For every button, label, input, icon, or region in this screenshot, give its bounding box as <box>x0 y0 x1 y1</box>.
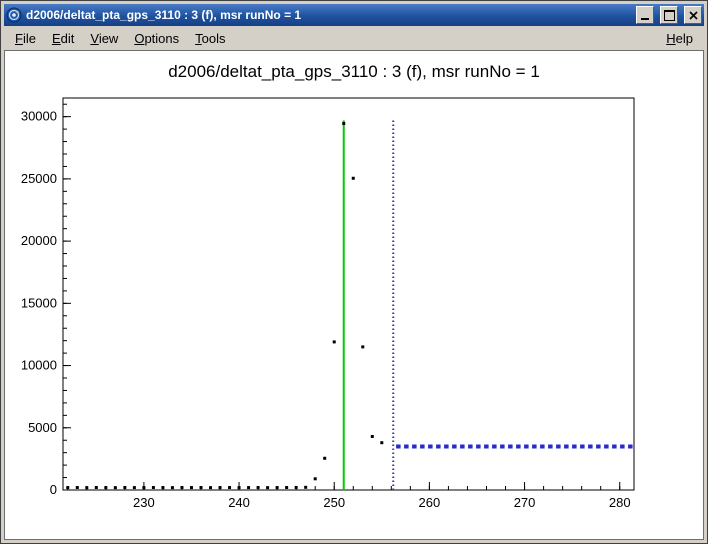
svg-text:240: 240 <box>228 495 250 510</box>
close-button[interactable] <box>684 6 702 24</box>
menu-options[interactable]: Options <box>126 28 187 49</box>
svg-text:270: 270 <box>514 495 536 510</box>
histogram-plot: 230 240 250 260 270 280 0 5000 10000 15000 20000 25… <box>5 51 703 539</box>
maximize-icon <box>664 10 675 21</box>
titlebar[interactable]: d2006/deltat_pta_gps_3110 : 3 (f), msr r… <box>4 4 704 26</box>
minimize-icon <box>641 18 649 20</box>
close-icon <box>689 11 698 20</box>
root-logo-icon <box>6 7 22 23</box>
minimize-button[interactable] <box>636 6 654 24</box>
menubar: File Edit View Options Tools Help <box>4 26 704 50</box>
svg-text:0: 0 <box>50 482 57 497</box>
menu-help[interactable]: Help <box>658 28 701 49</box>
root-app-icon[interactable] <box>6 7 22 23</box>
svg-text:260: 260 <box>419 495 441 510</box>
menu-tools[interactable]: Tools <box>187 28 233 49</box>
root-canvas[interactable]: d2006/deltat_pta_gps_3110 : 3 (f), msr r… <box>4 50 704 540</box>
svg-text:30000: 30000 <box>21 109 57 124</box>
window: d2006/deltat_pta_gps_3110 : 3 (f), msr r… <box>0 0 708 544</box>
svg-text:5000: 5000 <box>28 420 57 435</box>
svg-text:15000: 15000 <box>21 295 57 310</box>
maximize-button[interactable] <box>660 6 678 24</box>
menu-view[interactable]: View <box>82 28 126 49</box>
menu-file[interactable]: File <box>7 28 44 49</box>
svg-text:25000: 25000 <box>21 171 57 186</box>
svg-text:230: 230 <box>133 495 155 510</box>
svg-text:10000: 10000 <box>21 358 57 373</box>
menu-edit[interactable]: Edit <box>44 28 82 49</box>
window-title: d2006/deltat_pta_gps_3110 : 3 (f), msr r… <box>26 4 630 26</box>
svg-text:20000: 20000 <box>21 233 57 248</box>
svg-text:280: 280 <box>609 495 631 510</box>
svg-text:250: 250 <box>323 495 345 510</box>
